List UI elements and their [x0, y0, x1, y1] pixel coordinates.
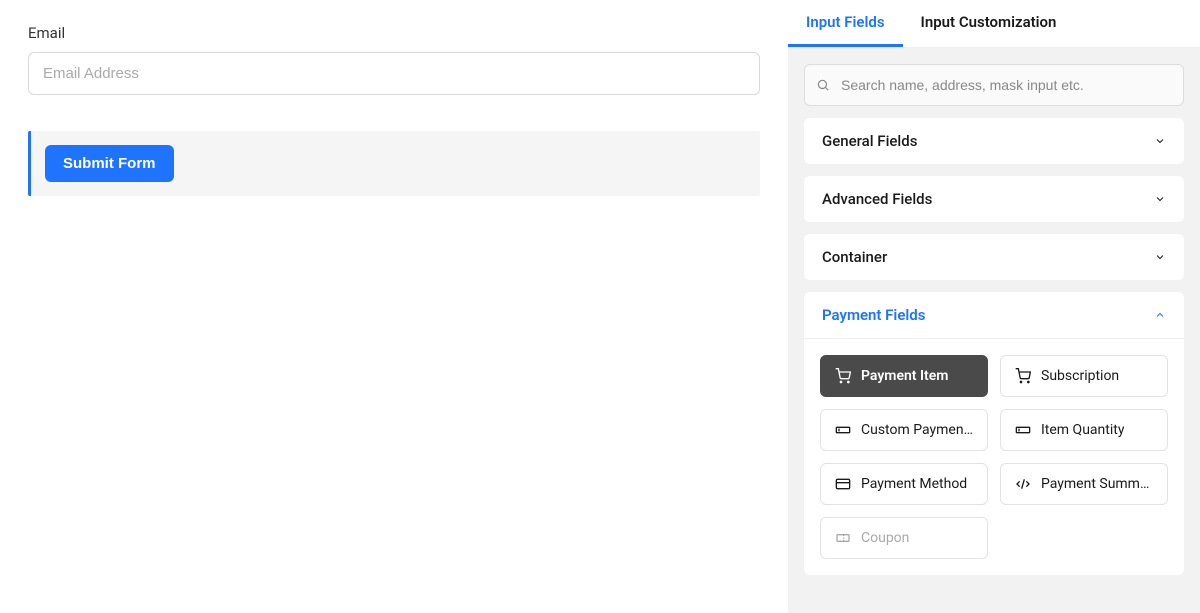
section-header-payment[interactable]: Payment Fields	[804, 292, 1184, 339]
section-container: Container	[804, 234, 1184, 280]
section-title: Payment Fields	[822, 306, 925, 324]
section-title: Container	[822, 248, 887, 266]
tile-label: Custom Paymen...	[861, 422, 973, 438]
chevron-down-icon	[1154, 193, 1166, 205]
payment-fields-grid: Payment Item Subscription Custom Paymen.…	[804, 339, 1184, 575]
credit-card-icon	[835, 476, 851, 492]
chevron-up-icon	[1154, 309, 1166, 321]
submit-area[interactable]: Submit Form	[28, 131, 760, 196]
section-payment-fields: Payment Fields Payment Item Subscripti	[804, 292, 1184, 575]
tile-label: Item Quantity	[1041, 422, 1124, 438]
form-canvas: Email Submit Form	[0, 0, 788, 613]
tile-label: Payment Summa...	[1041, 476, 1153, 492]
cart-icon	[835, 368, 851, 384]
field-item-quantity[interactable]: Item Quantity	[1000, 409, 1168, 451]
section-advanced-fields: Advanced Fields	[804, 176, 1184, 222]
input-icon	[1015, 422, 1031, 438]
tab-input-fields[interactable]: Input Fields	[788, 0, 903, 47]
section-title: General Fields	[822, 132, 917, 150]
sidebar-tabs: Input Fields Input Customization	[788, 0, 1200, 48]
field-payment-method[interactable]: Payment Method	[820, 463, 988, 505]
field-subscription[interactable]: Subscription	[1000, 355, 1168, 397]
tile-label: Coupon	[861, 530, 909, 546]
tab-input-customization[interactable]: Input Customization	[903, 0, 1075, 47]
code-icon	[1015, 476, 1031, 492]
section-header-container[interactable]: Container	[804, 234, 1184, 280]
field-payment-summary[interactable]: Payment Summa...	[1000, 463, 1168, 505]
tile-label: Payment Method	[861, 476, 967, 492]
section-general-fields: General Fields	[804, 118, 1184, 164]
ticket-icon	[835, 530, 851, 546]
field-payment-item[interactable]: Payment Item	[820, 355, 988, 397]
section-header-advanced[interactable]: Advanced Fields	[804, 176, 1184, 222]
sidebar: Input Fields Input Customization General…	[788, 0, 1200, 613]
tile-label: Subscription	[1041, 368, 1119, 384]
email-label: Email	[28, 24, 760, 42]
section-title: Advanced Fields	[822, 190, 932, 208]
search-box	[804, 64, 1184, 106]
section-header-general[interactable]: General Fields	[804, 118, 1184, 164]
field-coupon[interactable]: Coupon	[820, 517, 988, 559]
sidebar-body: General Fields Advanced Fields Container	[788, 48, 1200, 591]
field-custom-payment[interactable]: Custom Paymen...	[820, 409, 988, 451]
chevron-down-icon	[1154, 135, 1166, 147]
search-icon	[816, 78, 830, 92]
input-icon	[835, 422, 851, 438]
submit-button[interactable]: Submit Form	[45, 145, 174, 182]
tile-label: Payment Item	[861, 368, 948, 384]
search-input[interactable]	[804, 64, 1184, 106]
chevron-down-icon	[1154, 251, 1166, 263]
cart-icon	[1015, 368, 1031, 384]
email-input[interactable]	[28, 52, 760, 95]
